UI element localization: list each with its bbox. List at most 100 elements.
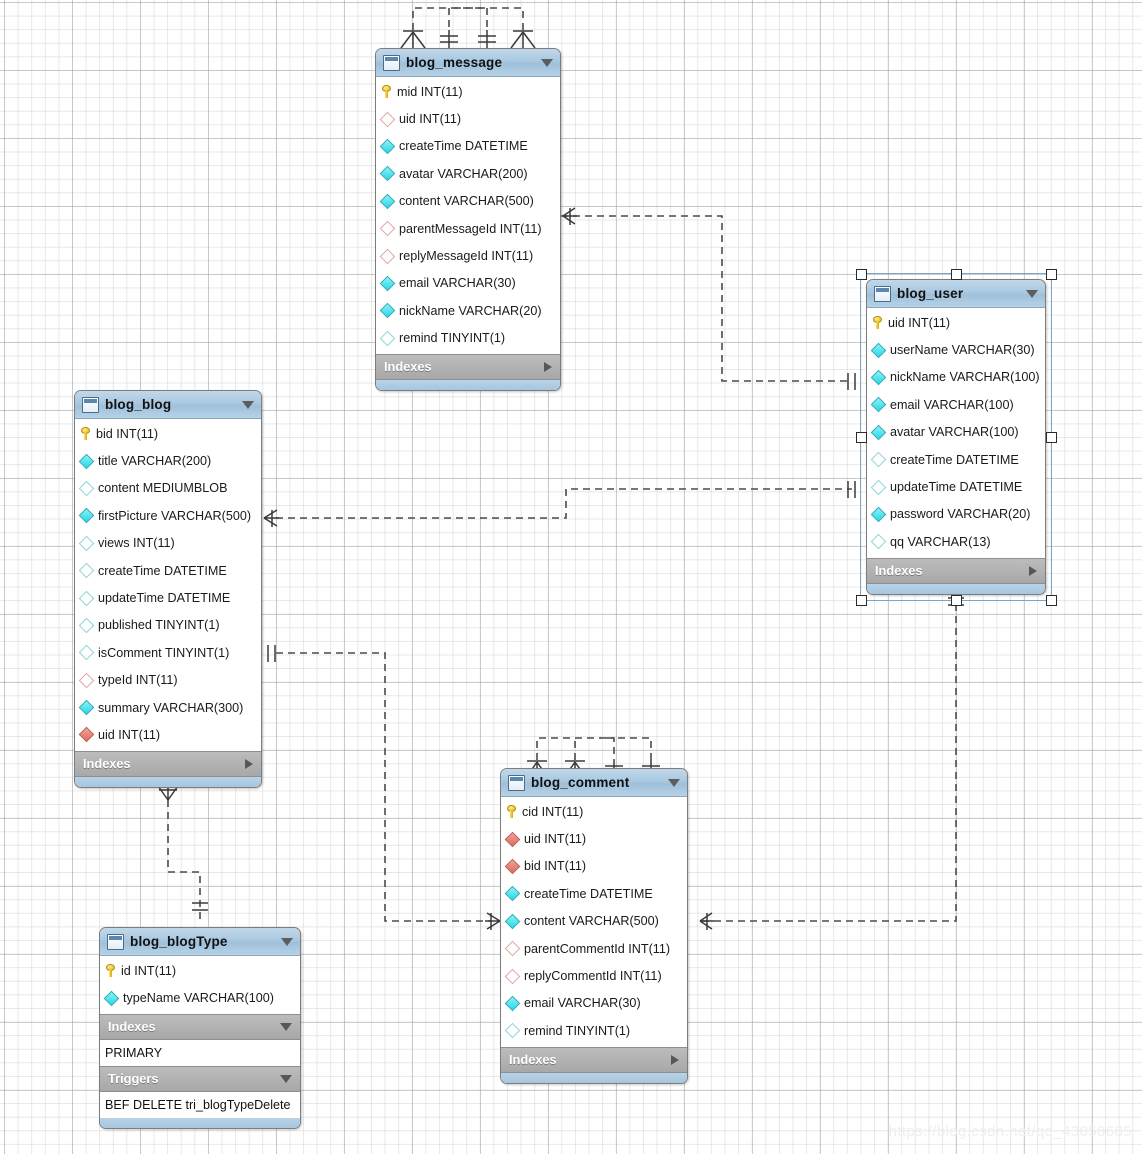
column-row[interactable]: remind TINYINT(1) [501, 1017, 687, 1044]
section-header-indexes[interactable]: Indexes [75, 750, 261, 777]
column-row[interactable]: createTime DATETIME [501, 880, 687, 907]
column-row[interactable]: typeName VARCHAR(100) [100, 984, 300, 1011]
column-row[interactable]: avatar VARCHAR(200) [376, 160, 560, 187]
foreign-key-notnull-icon [504, 831, 521, 847]
column-list: uid INT(11) userName VARCHAR(30) nickName … [867, 308, 1045, 558]
column-row[interactable]: parentCommentId INT(11) [501, 935, 687, 962]
column-row[interactable]: mid INT(11) [376, 78, 560, 105]
column-row[interactable]: email VARCHAR(30) [501, 990, 687, 1017]
column-notnull-icon [504, 995, 521, 1012]
column-row[interactable]: title VARCHAR(200) [75, 447, 261, 474]
column-label: views INT(11) [98, 536, 175, 551]
column-row[interactable]: parentMessageId INT(11) [376, 215, 560, 242]
column-row[interactable]: nickName VARCHAR(20) [376, 297, 560, 324]
section-header-indexes[interactable]: Indexes [501, 1046, 687, 1073]
section-label: Triggers [108, 1071, 159, 1087]
column-row[interactable]: cid INT(11) [501, 798, 687, 825]
column-row[interactable]: views INT(11) [75, 530, 261, 557]
rel-blog-user [276, 488, 852, 519]
column-notnull-icon [870, 342, 887, 358]
chevron-down-icon[interactable] [668, 778, 680, 787]
column-label: title VARCHAR(200) [98, 454, 212, 469]
primary-key-icon [81, 427, 90, 441]
table-icon [874, 285, 891, 302]
column-row[interactable]: isComment TINYINT(1) [75, 639, 261, 666]
column-row[interactable]: uid INT(11) [376, 105, 560, 132]
eer-diagram-canvas[interactable]: blog_message mid INT(11) uid INT(11) create… [0, 0, 1142, 1154]
table-blog_message[interactable]: blog_message mid INT(11) uid INT(11) create… [375, 48, 561, 391]
column-row[interactable]: published TINYINT(1) [75, 612, 261, 639]
table-header[interactable]: blog_user [867, 280, 1045, 308]
column-row[interactable]: email VARCHAR(100) [867, 391, 1045, 418]
column-row[interactable]: updateTime DATETIME [867, 473, 1045, 500]
column-row[interactable]: avatar VARCHAR(100) [867, 419, 1045, 446]
table-blog_blog[interactable]: blog_blog bid INT(11) title VARCHAR(200) co… [74, 390, 262, 788]
column-row[interactable]: createTime DATETIME [75, 557, 261, 584]
column-row[interactable]: createTime DATETIME [376, 133, 560, 160]
column-row[interactable]: typeId INT(11) [75, 667, 261, 694]
table-header[interactable]: blog_blog [75, 391, 261, 419]
section-item[interactable]: BEF DELETE tri_blogTypeDelete [100, 1091, 300, 1118]
column-row[interactable]: bid INT(11) [501, 853, 687, 880]
chevron-right-icon[interactable] [544, 361, 552, 372]
chevron-down-icon[interactable] [280, 1022, 292, 1031]
column-nullable-icon [78, 480, 95, 497]
table-blog_user[interactable]: blog_user uid INT(11) userName VARCHAR(30)… [866, 279, 1046, 595]
column-row[interactable]: userName VARCHAR(30) [867, 336, 1045, 363]
column-row[interactable]: remind TINYINT(1) [376, 325, 560, 352]
column-row[interactable]: content MEDIUMBLOB [75, 475, 261, 502]
chevron-down-icon[interactable] [280, 1074, 292, 1083]
chevron-right-icon[interactable] [1029, 565, 1037, 576]
column-row[interactable]: uid INT(11) [867, 309, 1045, 336]
chevron-right-icon[interactable] [671, 1054, 679, 1065]
column-label: avatar VARCHAR(200) [399, 166, 528, 181]
column-row[interactable]: content VARCHAR(500) [376, 188, 560, 215]
column-label: createTime DATETIME [98, 563, 227, 578]
table-header[interactable]: blog_blogType [100, 928, 300, 956]
section-item[interactable]: PRIMARY [100, 1039, 300, 1066]
column-label: published TINYINT(1) [98, 618, 220, 633]
section-header-triggers[interactable]: Triggers [100, 1065, 300, 1092]
column-row[interactable]: uid INT(11) [75, 721, 261, 748]
foreign-key-nullable-icon [504, 968, 521, 984]
one-notation-user-left-a [847, 373, 856, 390]
table-blog_comment[interactable]: blog_commentcid INT(11) uid INT(11) bid IN… [500, 768, 688, 1084]
chevron-down-icon[interactable] [242, 400, 254, 409]
chevron-down-icon[interactable] [281, 937, 293, 946]
column-label: content VARCHAR(500) [524, 914, 659, 929]
table-header[interactable]: blog_comment [501, 769, 687, 797]
column-row[interactable]: summary VARCHAR(300) [75, 694, 261, 721]
table-header[interactable]: blog_message [376, 49, 560, 77]
section-header-indexes[interactable]: Indexes [867, 557, 1045, 584]
column-label: avatar VARCHAR(100) [890, 425, 1019, 440]
column-nullable-icon [78, 590, 95, 606]
column-row[interactable]: email VARCHAR(30) [376, 270, 560, 297]
column-notnull-icon [379, 193, 396, 210]
chevron-down-icon[interactable] [1026, 289, 1038, 298]
column-row[interactable]: nickName VARCHAR(100) [867, 364, 1045, 391]
chevron-down-icon[interactable] [541, 58, 553, 67]
column-row[interactable]: createTime DATETIME [867, 446, 1045, 473]
column-label: password VARCHAR(20) [890, 507, 1031, 522]
column-label: uid INT(11) [524, 832, 587, 847]
column-row[interactable]: uid INT(11) [501, 825, 687, 852]
table-blog_blogType[interactable]: blog_blogType id INT(11) typeName VARCHAR(… [99, 927, 301, 1129]
crowfoot-comment-right-edge [699, 912, 714, 930]
column-row[interactable]: id INT(11) [100, 957, 300, 984]
column-row[interactable]: replyMessageId INT(11) [376, 242, 560, 269]
column-label: createTime DATETIME [890, 452, 1019, 467]
column-row[interactable]: password VARCHAR(20) [867, 501, 1045, 528]
column-row[interactable]: content VARCHAR(500) [501, 908, 687, 935]
column-row[interactable]: firstPicture VARCHAR(500) [75, 502, 261, 529]
section-header-indexes[interactable]: Indexes [100, 1013, 300, 1040]
column-notnull-icon [504, 886, 521, 902]
column-row[interactable]: updateTime DATETIME [75, 584, 261, 611]
column-label: cid INT(11) [522, 804, 584, 819]
chevron-right-icon[interactable] [245, 758, 253, 769]
column-notnull-icon [870, 506, 887, 523]
column-row[interactable]: bid INT(11) [75, 420, 261, 447]
column-row[interactable]: qq VARCHAR(13) [867, 528, 1045, 555]
section-header-indexes[interactable]: Indexes [376, 353, 560, 380]
column-nullable-icon [870, 534, 887, 550]
column-row[interactable]: replyCommentId INT(11) [501, 962, 687, 989]
